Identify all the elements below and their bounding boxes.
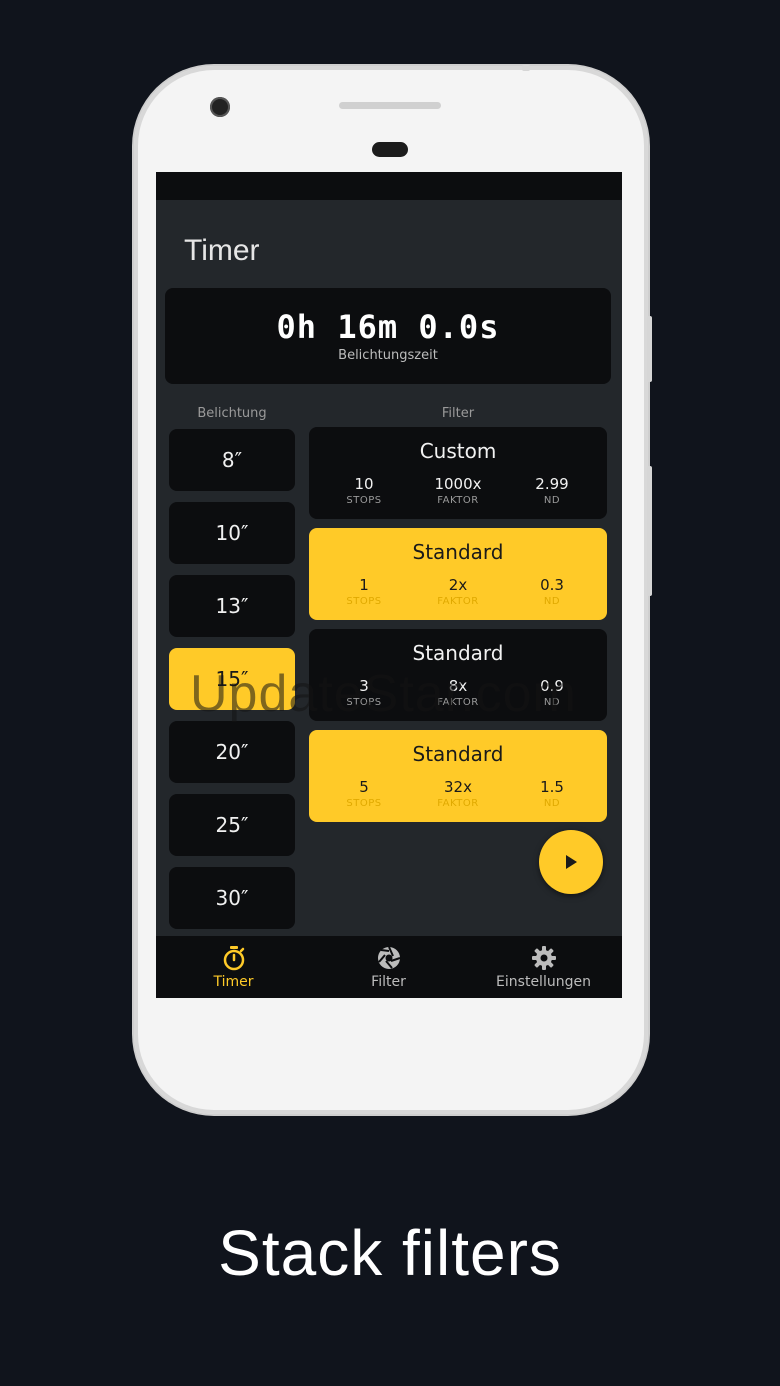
- app-screen: Timer 0h 16m 0.0s Belichtungszeit Belich…: [156, 172, 622, 998]
- nav-label-filter: Filter: [371, 974, 406, 990]
- filter-stat-value: 10: [354, 475, 374, 493]
- nav-item-filter[interactable]: Filter: [311, 936, 466, 998]
- play-icon: [566, 855, 577, 869]
- page-title: Timer: [184, 234, 260, 267]
- exposure-time-label: Belichtungszeit: [338, 348, 438, 363]
- filter-stat-label: ND: [543, 495, 561, 506]
- stopwatch-icon: [223, 946, 245, 971]
- exposure-option-label: 15″: [215, 667, 249, 691]
- exposure-option-label: 8″: [221, 448, 243, 472]
- filter-stat-nd: 0.9 ND: [504, 677, 600, 708]
- filter-stat-label: ND: [543, 798, 561, 809]
- filter-stat-stops: 10 STOPS: [316, 475, 412, 506]
- nav-label-timer: Timer: [213, 974, 254, 990]
- filter-stat-value: 32x: [444, 778, 472, 796]
- filter-stat-label: STOPS: [346, 798, 382, 809]
- filter-stat-label: STOPS: [346, 495, 382, 506]
- earpiece-speaker: [339, 102, 441, 109]
- filter-card[interactable]: Custom 10 STOPS 1000x FAKTOR 2.99 ND: [309, 427, 607, 519]
- filter-stat-stops: 1 STOPS: [316, 576, 412, 607]
- filter-stat-stops: 3 STOPS: [316, 677, 412, 708]
- power-button: [647, 316, 652, 382]
- filter-stat-value: 0.9: [540, 677, 564, 695]
- phone-frame: Timer 0h 16m 0.0s Belichtungszeit Belich…: [134, 65, 652, 1114]
- filter-stat-label: FAKTOR: [437, 798, 479, 809]
- exposure-option-label: 10″: [215, 521, 249, 545]
- marketing-caption: Stack filters: [218, 1217, 562, 1289]
- front-camera: [210, 97, 230, 117]
- filter-stat-value: 2.99: [535, 475, 569, 493]
- exposure-option-button[interactable]: 8″: [169, 429, 295, 491]
- exposure-time-display: 0h 16m 0.0s Belichtungszeit: [165, 288, 611, 384]
- filter-stat-nd: 2.99 ND: [504, 475, 600, 506]
- filter-name: Standard: [412, 540, 504, 564]
- filter-stat-value: 1.5: [540, 778, 564, 796]
- filter-stat-label: FAKTOR: [437, 596, 479, 607]
- filter-stat-value: 8x: [448, 677, 468, 695]
- volume-button: [647, 466, 652, 596]
- filter-stat-label: ND: [543, 596, 561, 607]
- filter-stat-value: 1000x: [434, 475, 482, 493]
- exposure-time-value: 0h 16m 0.0s: [276, 308, 500, 346]
- filter-stat-factor: 32x FAKTOR: [410, 778, 506, 809]
- filter-stat-label: FAKTOR: [437, 495, 479, 506]
- filter-stat-value: 2x: [448, 576, 468, 594]
- proximity-sensor: [372, 142, 408, 157]
- gear-icon: [532, 946, 556, 970]
- filter-stat-label: ND: [543, 697, 561, 708]
- filter-card[interactable]: Standard 1 STOPS 2x FAKTOR 0.3 ND: [309, 528, 607, 620]
- start-timer-button[interactable]: [539, 830, 603, 894]
- filter-stat-nd: 0.3 ND: [504, 576, 600, 607]
- filter-stat-label: STOPS: [346, 596, 382, 607]
- exposure-option-button[interactable]: 10″: [169, 502, 295, 564]
- filter-card[interactable]: Standard 3 STOPS 8x FAKTOR 0.9 ND: [309, 629, 607, 721]
- aperture-icon: [378, 946, 401, 969]
- exposure-option-label: 13″: [215, 594, 249, 618]
- exposure-option-button[interactable]: 15″: [169, 648, 295, 710]
- nav-label-settings: Einstellungen: [496, 974, 591, 990]
- filter-stat-factor: 2x FAKTOR: [410, 576, 506, 607]
- filter-name: Standard: [412, 742, 504, 766]
- filter-name: Custom: [419, 439, 497, 463]
- bottom-navigation: Timer Filter Einstellungen: [156, 936, 622, 998]
- filter-stat-factor: 8x FAKTOR: [410, 677, 506, 708]
- status-bar: [156, 172, 622, 200]
- exposure-option-button[interactable]: 30″: [169, 867, 295, 929]
- exposure-option-label: 25″: [215, 813, 249, 837]
- filter-stat-value: 1: [359, 576, 369, 594]
- filter-stat-nd: 1.5 ND: [504, 778, 600, 809]
- nav-item-settings[interactable]: Einstellungen: [466, 936, 621, 998]
- filter-stat-value: 0.3: [540, 576, 564, 594]
- exposure-option-button[interactable]: 25″: [169, 794, 295, 856]
- nav-item-timer[interactable]: Timer: [156, 936, 311, 998]
- filter-stat-value: 5: [359, 778, 369, 796]
- filter-stat-stops: 5 STOPS: [316, 778, 412, 809]
- exposure-column-heading: Belichtung: [197, 406, 267, 421]
- exposure-option-button[interactable]: 20″: [169, 721, 295, 783]
- filter-column-heading: Filter: [441, 406, 475, 421]
- filter-stat-factor: 1000x FAKTOR: [410, 475, 506, 506]
- top-button: [522, 65, 530, 71]
- filter-stat-label: FAKTOR: [437, 697, 479, 708]
- exposure-option-label: 20″: [215, 740, 249, 764]
- filter-stat-value: 3: [359, 677, 369, 695]
- filter-name: Standard: [412, 641, 504, 665]
- exposure-option-label: 30″: [215, 886, 249, 910]
- filter-card[interactable]: Standard 5 STOPS 32x FAKTOR 1.5 ND: [309, 730, 607, 822]
- exposure-option-button[interactable]: 13″: [169, 575, 295, 637]
- filter-stat-label: STOPS: [346, 697, 382, 708]
